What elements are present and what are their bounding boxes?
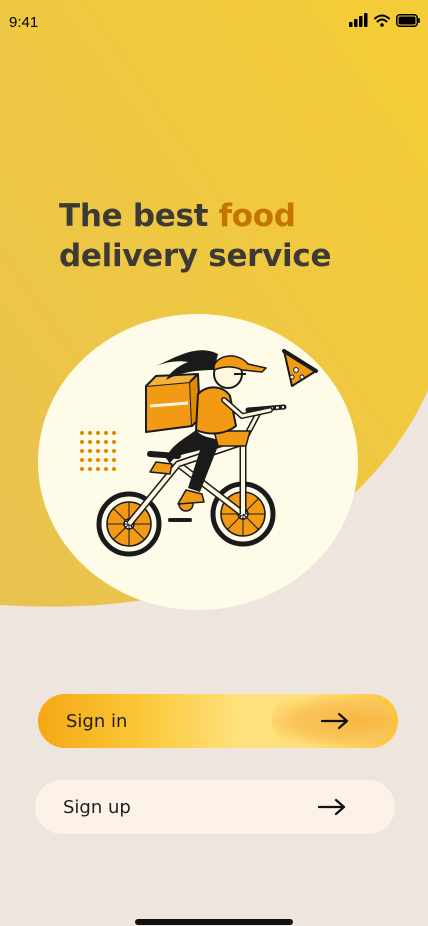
dot-pattern — [80, 431, 116, 471]
sign-in-button-label: Sign in — [66, 710, 128, 732]
status-bar: 9:41 — [0, 0, 428, 46]
arrow-right-icon — [317, 798, 346, 816]
headline-part2: delivery service — [59, 238, 332, 274]
sign-up-button-label: Sign up — [63, 796, 131, 818]
headline-accent-word: food — [218, 198, 296, 234]
cellular-signal-icon — [349, 13, 368, 27]
sign-up-button[interactable]: Sign up — [35, 780, 395, 834]
status-icons — [349, 13, 420, 27]
page-title: The best food delivery service — [59, 196, 379, 276]
battery-icon — [396, 13, 420, 27]
wifi-icon — [374, 14, 390, 27]
arrow-right-icon — [320, 712, 349, 730]
home-indicator[interactable] — [135, 919, 293, 925]
pizza-slice-icon — [282, 349, 318, 387]
sign-in-button[interactable]: Sign in — [38, 694, 398, 748]
status-time: 9:41 — [9, 14, 39, 31]
headline-part1: The best — [59, 198, 219, 234]
delivery-rider-illustration — [80, 349, 318, 557]
